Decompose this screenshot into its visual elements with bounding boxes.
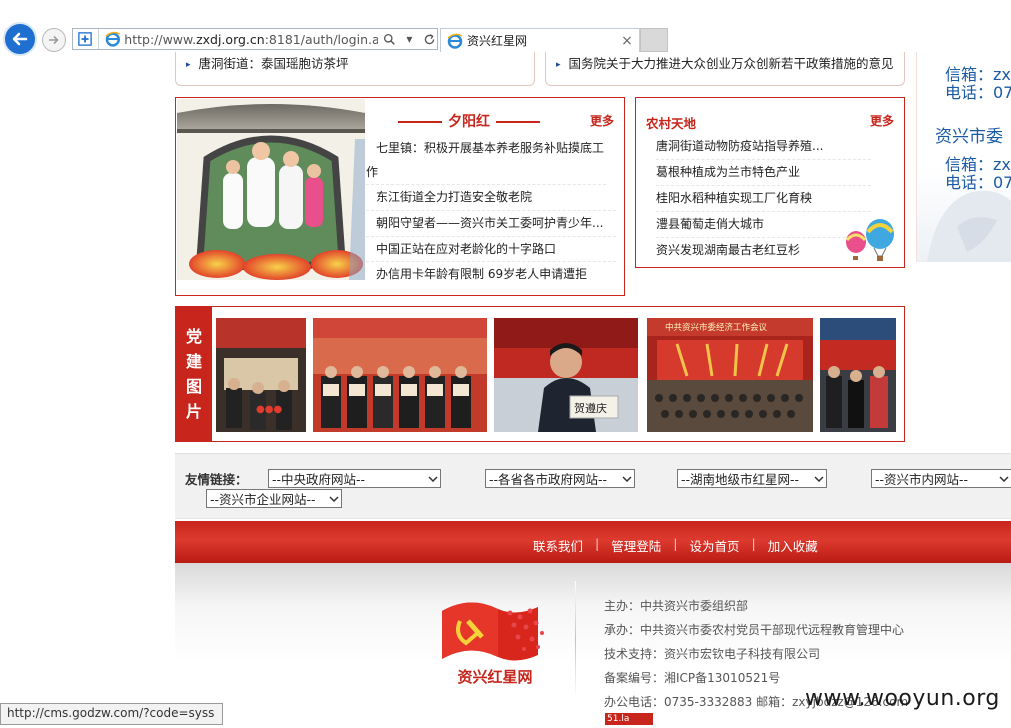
dangjian-label: 党建 图片 [176,307,212,441]
org-label: 资兴市委 [935,127,1003,147]
chevron-down-icon [327,490,341,507]
news-box-left: 唐洞街道：泰国瑶胞访茶坪 [175,52,535,86]
browser-tab[interactable]: 资兴红星网 × [440,28,640,52]
xiyanghong-more-link[interactable]: 更多 [590,112,614,129]
footer-organizer: 承办：中共资兴市委农村党员干部现代远程教育管理中心 [604,623,905,637]
list-item[interactable]: 桂阳水稻种植实现工厂化育秧 [656,186,871,212]
friend-links-bar: 友情链接： --中央政府网站-- --各省各市政府网站-- --湖南地级市红星网… [175,453,1011,519]
list-item[interactable]: 中国正站在应对老龄化的十字路口 [366,237,616,263]
browser-chrome: http://www.zxdj.org.cn:8181/auth/login.a… [0,0,1011,56]
zixing-local-select[interactable]: --资兴市内网站-- [871,469,1011,488]
list-item[interactable]: 唐洞街道动物防疫站指导养殖... [656,134,871,160]
hunan-redstar-select[interactable]: --湖南地级市红星网-- [677,469,827,488]
hot-air-balloon-icon [845,219,894,261]
chevron-down-icon [812,470,826,487]
chevron-down-icon [997,470,1011,487]
address-bar[interactable]: http://www.zxdj.org.cn:8181/auth/login.a… [72,28,438,50]
dropdown-icon[interactable]: ▾ [402,31,418,47]
news-link[interactable]: 唐洞街道：泰国瑶胞访茶坪 [186,53,349,72]
new-tab-button[interactable] [640,28,668,52]
zixing-enterprise-select[interactable]: --资兴市企业网站-- [206,489,342,508]
list-item-text[interactable]: 七里镇：积极开展基本养老服务补贴摸底工作 [366,141,604,179]
browser-status-bar: http://cms.godzw.com/?code=syss [0,703,224,725]
nameplate-text: 贺遵庆 [574,402,607,415]
list-item[interactable]: 葛根种植成为兰市特色产业 [656,160,871,186]
news-link[interactable]: 国务院关于大力推进大众创业万众创新若干政策措施的意见 [556,53,894,72]
province-gov-select[interactable]: --各省各市政府网站-- [485,469,635,488]
phone-label: 电话：07 [945,83,1011,102]
admin-login-link[interactable]: 管理登陆 [611,536,661,555]
search-icon[interactable] [382,31,398,47]
xiyanghong-heading: 夕阳红 [392,111,546,131]
list-item[interactable]: 七里镇：积极开展基本养老服务补贴摸底工作 [366,136,606,185]
compatibility-view-icon[interactable] [73,29,99,49]
news-box-right: 国务院关于大力推进大众创业万众创新若干政策措施的意见 [545,52,905,86]
chevron-down-icon [426,470,440,487]
footer-nav-bar: 联系我们 | 管理登陆 | 设为首页 | 加入收藏 [175,521,1011,563]
party-photo[interactable]: ●●● [216,318,306,432]
svg-text:●●●: ●●● [256,404,282,415]
party-photo[interactable] [820,318,896,432]
central-gov-select[interactable]: --中央政府网站-- [268,469,441,488]
ie-favicon-icon [105,31,120,47]
nongcun-more-link[interactable]: 更多 [870,112,894,129]
close-tab-icon[interactable]: × [619,33,635,49]
footer-divider [575,581,576,699]
tab-favicon-icon [447,33,463,49]
xiyanghong-title: 夕阳红 [448,114,490,130]
list-item[interactable]: 东江街道全力打造安全敬老院 [366,185,616,211]
contact-us-link[interactable]: 联系我们 [533,536,583,555]
footer-site-name: 资兴红星网 [457,668,533,686]
nongcun-panel: 农村天地 更多 唐洞街道动物防疫站指导养殖... 葛根种植成为兰市特色产业 桂阳… [635,97,905,268]
list-item[interactable]: 澧县葡萄走俏大城市 [656,212,871,238]
phone-label-2: 电话：07 [945,173,1011,192]
party-photo[interactable]: 中共资兴市委经济工作会议 [647,318,813,432]
nongcun-title: 农村天地 [646,116,697,131]
party-photo[interactable]: 贺遵庆 [494,318,638,432]
back-arrow-icon [12,32,28,46]
elderly-dancers-photo [177,99,365,280]
xiyanghong-panel: 夕阳红 更多 七里镇：积极开展基本养老服务补贴摸底工作 东江街道全力打造安全敬老… [175,97,625,296]
photo-banner-text: 中共资兴市委经济工作会议 [665,323,768,333]
party-photo[interactable] [313,318,487,432]
friend-links-label: 友情链接： [185,472,248,487]
list-item[interactable]: 资兴发现湖南最古老红豆杉 [656,238,871,263]
footer-host: 主办：中共资兴市委组织部 [604,599,749,613]
set-homepage-link[interactable]: 设为首页 [689,536,739,555]
refresh-icon[interactable] [421,31,437,47]
tab-title: 资兴红星网 [467,34,528,48]
nongcun-list: 唐洞街道动物防疫站指导养殖... 葛根种植成为兰市特色产业 桂阳水稻种植实现工厂… [656,134,871,263]
xiyanghong-list: 七里镇：积极开展基本养老服务补贴摸底工作 东江街道全力打造安全敬老院 朝阳守望者… [366,136,616,287]
forward-arrow-icon [48,36,59,44]
list-item[interactable]: 办信用卡年龄有限制 69岁老人申请遭拒 [366,262,616,287]
forward-button[interactable] [42,28,66,52]
stats-counter-badge[interactable]: 51.la [605,713,653,725]
chevron-down-icon [620,470,634,487]
back-button[interactable] [3,22,37,56]
dangjian-photos-panel: 党建 图片 ●●● 贺遵庆 中共资兴市委经济工作会议 [175,306,905,442]
footer-tech-support: 技术支持：资兴市宏钦电子科技有限公司 [604,647,821,661]
list-item[interactable]: 朝阳守望者——资兴市关工委呵护青少年... [366,211,616,237]
add-favorite-link[interactable]: 加入收藏 [768,536,818,555]
right-info-panel: 信箱：zx 电话：07 资兴市委 信箱：zx 电话：07 [916,52,1011,262]
watermark-text: www.wooyun.org [805,686,1000,711]
url-text[interactable]: http://www.zxdj.org.cn:8181/auth/login.a… [124,32,378,47]
